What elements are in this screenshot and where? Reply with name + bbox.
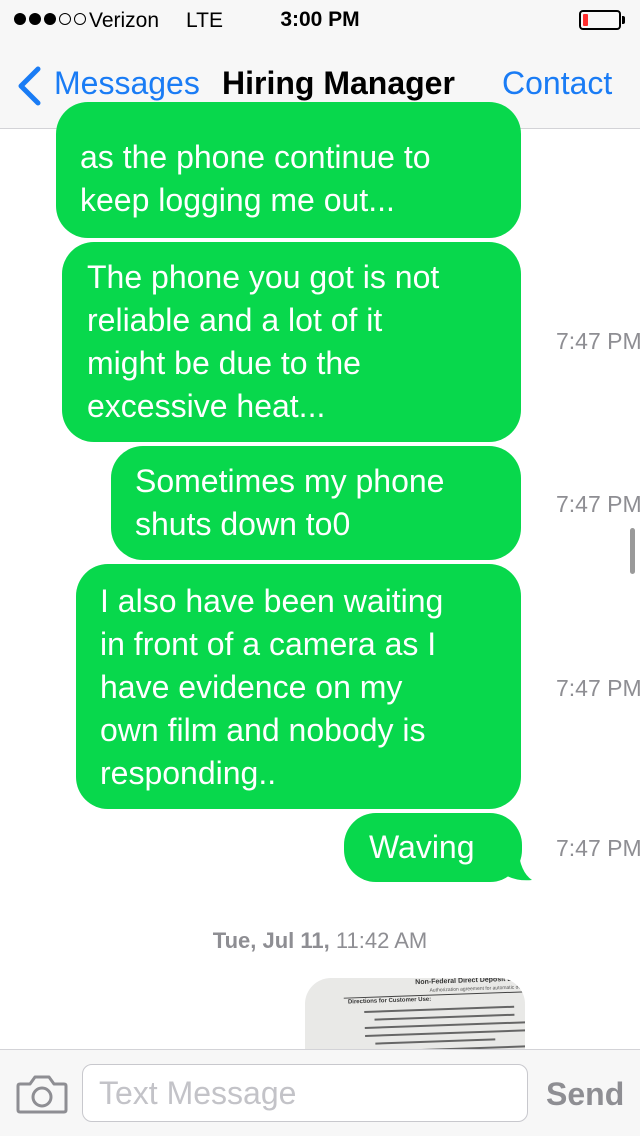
doc-text-line	[364, 1020, 525, 1029]
message-line: The phone you got is not	[87, 259, 440, 295]
message-bubble[interactable]: Sometimes my phone shuts down to0	[111, 446, 521, 560]
message-text-field[interactable]	[82, 1064, 528, 1122]
message-bubble[interactable]: I also have been waiting in front of a c…	[76, 564, 521, 809]
date-day: Tue, Jul 11,	[212, 928, 330, 953]
message-line: have evidence on my	[100, 669, 403, 705]
message-line: reliable and a lot of it	[87, 302, 383, 338]
message-timestamp: 7:47 PM	[556, 835, 640, 861]
message-bubble[interactable]: as the phone continue to keep logging me…	[56, 102, 521, 238]
battery-tip	[622, 16, 625, 24]
message-line: in front of a camera as I	[100, 626, 437, 662]
message-input[interactable]	[83, 1065, 527, 1121]
doc-text-line	[365, 1028, 525, 1037]
send-button[interactable]: Send	[546, 1076, 624, 1113]
message-line: I also have been waiting	[100, 583, 444, 619]
camera-icon[interactable]	[16, 1074, 68, 1114]
message-timestamp: 7:47 PM	[556, 675, 640, 701]
message-input-bar: Send	[0, 1049, 640, 1136]
date-separator: Tue, Jul 11, 11:42 AM	[0, 928, 640, 954]
battery-icon	[579, 10, 621, 30]
message-line: might be due to the	[87, 345, 361, 381]
battery-level	[583, 14, 588, 26]
back-button[interactable]: Messages	[54, 65, 200, 102]
message-line: keep logging me out...	[80, 182, 395, 218]
message-line: shuts down to0	[135, 506, 351, 542]
conversation-title: Hiring Manager	[222, 65, 455, 101]
status-bar: Verizon LTE 3:00 PM	[0, 0, 640, 40]
message-line: as the phone continue to	[80, 139, 431, 175]
message-line: Sometimes my phone	[135, 463, 445, 499]
date-time: 11:42 AM	[335, 928, 428, 953]
doc-text-line	[374, 1013, 515, 1021]
message-timestamp: 7:47 PM	[556, 328, 640, 354]
status-clock: 3:00 PM	[280, 8, 360, 31]
message-bubble[interactable]: Waving	[344, 813, 522, 882]
contact-button[interactable]: Contact	[502, 65, 612, 102]
message-timestamp: 7:47 PM	[556, 491, 640, 517]
message-bubble[interactable]: The phone you got is not reliable and a …	[62, 242, 521, 442]
scroll-indicator[interactable]	[630, 528, 635, 574]
back-chevron-icon[interactable]	[16, 66, 44, 106]
doc-text-line	[375, 1038, 496, 1045]
message-line: responding..	[100, 755, 277, 791]
message-line: excessive heat...	[87, 388, 326, 424]
doc-text-line	[364, 1005, 515, 1013]
message-line: own film and nobody is	[100, 712, 426, 748]
bubble-tail-icon	[498, 848, 532, 881]
